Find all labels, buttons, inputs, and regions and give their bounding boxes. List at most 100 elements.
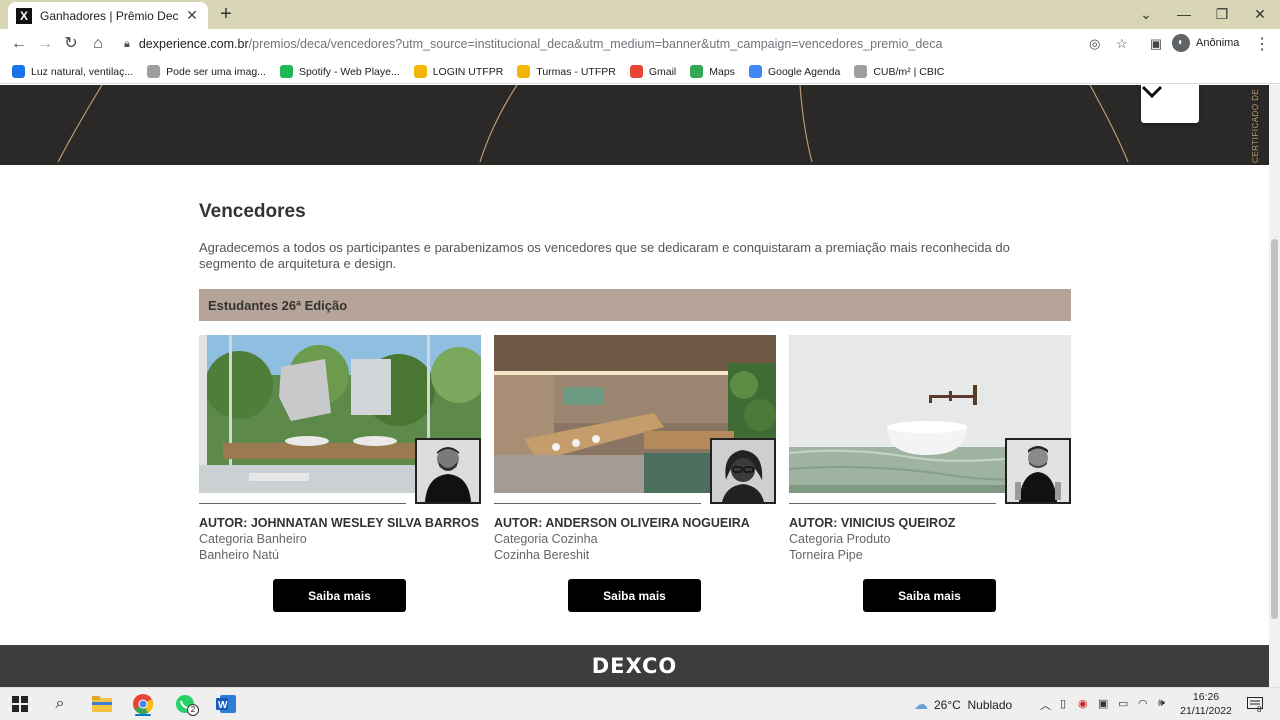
windows-start-icon[interactable]: [8, 692, 32, 716]
active-app-indicator: [135, 714, 151, 716]
hero-decorative-arcs: [57, 85, 1129, 163]
globe-icon: [147, 65, 161, 78]
dexperience-favicon-icon: X: [16, 7, 32, 24]
search-icon[interactable]: ⌕: [48, 692, 72, 716]
address-bar[interactable]: 🔒︎ dexperience.com.br/premios/deca/vence…: [114, 31, 1140, 57]
browser-menu-icon[interactable]: ⋮: [1254, 34, 1270, 54]
bookmark-item[interactable]: Turmas - UTFPR: [517, 65, 616, 78]
calendar-icon: [748, 65, 762, 78]
svg-text:W: W: [218, 700, 228, 711]
card-category: Categoria Banheiro: [199, 532, 307, 546]
edition-header[interactable]: Estudantes 26ª Edição: [199, 289, 1071, 321]
card-author: AUTOR: VINICIUS QUEIROZ: [789, 516, 956, 530]
bookmark-label: Maps: [709, 65, 735, 78]
bookmark-label: Google Agenda: [767, 65, 841, 78]
show-hidden-icons-chevron-icon[interactable]: ︿: [1040, 697, 1051, 713]
word-taskbar-icon[interactable]: W: [214, 692, 238, 716]
forward-arrow-icon[interactable]: →: [34, 33, 56, 55]
author-avatar-photo: [710, 438, 776, 504]
hero-banner: CERTIFICADO DE A: [0, 85, 1269, 165]
tracking-blocked-eye-icon[interactable]: ◎: [1089, 36, 1100, 52]
card-project-name: Cozinha Bereshit: [494, 548, 590, 562]
bookmark-item[interactable]: Gmail: [629, 65, 677, 78]
maps-pin-icon: [690, 65, 704, 78]
bookmark-label: LOGIN UTFPR: [432, 65, 504, 78]
antivirus-icon[interactable]: ◉: [1078, 697, 1088, 710]
page-viewport: CERTIFICADO DE A Vencedores Agradecemos …: [0, 85, 1269, 687]
close-window-button[interactable]: ✕: [1242, 0, 1278, 29]
clock-time: 16:26: [1192, 691, 1220, 703]
incognito-profile-button[interactable]: ◐ Anônima: [1172, 34, 1239, 52]
bookmark-item[interactable]: Luz natural, ventilaç...: [12, 65, 133, 78]
card-category: Categoria Produto: [789, 532, 891, 546]
home-icon: [12, 65, 25, 78]
tab-search-chevron-icon[interactable]: ⌄: [1128, 0, 1164, 29]
bookmark-star-icon[interactable]: ☆: [1116, 36, 1128, 52]
home-icon[interactable]: ⌂: [87, 33, 109, 55]
close-tab-icon[interactable]: ✕: [184, 7, 200, 24]
bookmark-item[interactable]: LOGIN UTFPR: [413, 65, 504, 78]
collapse-menu-button[interactable]: [1141, 85, 1199, 123]
page-title: Vencedores: [199, 201, 306, 222]
whatsapp-taskbar-icon[interactable]: 2: [173, 692, 199, 716]
volume-icon[interactable]: 🕪︎: [1158, 697, 1165, 710]
card-author: AUTOR: ANDERSON OLIVEIRA NOGUEIRA: [494, 516, 750, 530]
usb-device-icon[interactable]: ▯: [1060, 697, 1066, 710]
author-avatar-photo: [1005, 438, 1071, 504]
side-panel-icon[interactable]: ▣: [1145, 33, 1167, 55]
app-tray-icon[interactable]: ▣: [1098, 697, 1108, 710]
new-tab-button[interactable]: +: [216, 3, 236, 25]
card-author: AUTOR: JOHNNATAN WESLEY SILVA BARROS: [199, 516, 480, 530]
windows-taskbar: ⌕ 2 W ☁ 26°C Nublado ︿ ▯ ◉ ▣ ▭ ◠ 🕪︎ 16:2…: [0, 687, 1280, 720]
browser-tab-active[interactable]: X Ganhadores | Prêmio Deca | DEXPERIENCE…: [8, 2, 208, 29]
reload-icon[interactable]: ↻: [60, 33, 82, 55]
bookmark-label: Luz natural, ventilaç...: [31, 65, 134, 78]
saiba-mais-button-1[interactable]: Saiba mais: [273, 579, 406, 612]
file-explorer-icon[interactable]: [90, 692, 114, 716]
notifications-icon[interactable]: 8: [1243, 692, 1267, 716]
page-scrollbar[interactable]: [1269, 85, 1280, 687]
url-path: /premios/deca/vencedores?utm_source=inst…: [248, 37, 943, 51]
url-host: dexperience.com.br: [138, 37, 249, 51]
bookmark-item[interactable]: Google Agenda: [748, 65, 841, 78]
maximize-button[interactable]: ❐: [1204, 0, 1240, 29]
bookmark-label: Turmas - UTFPR: [536, 65, 616, 78]
bookmark-item[interactable]: Pode ser uma imag...: [147, 65, 266, 78]
cloud-icon: ☁: [914, 696, 928, 712]
bookmarks-bar: Luz natural, ventilaç... Pode ser uma ima…: [0, 60, 1280, 84]
dexco-logo[interactable]: DEXCO: [592, 654, 677, 678]
gmail-icon: [629, 65, 643, 78]
author-avatar-photo: [415, 438, 481, 504]
back-arrow-icon[interactable]: ←: [8, 33, 30, 55]
scrollbar-thumb[interactable]: [1271, 239, 1278, 619]
bookmark-item[interactable]: Spotify - Web Playe...: [279, 65, 400, 78]
edition-label: Estudantes 26ª Edição: [208, 297, 348, 313]
saiba-mais-button-2[interactable]: Saiba mais: [568, 579, 701, 612]
card-project-name: Banheiro Natú: [199, 548, 279, 562]
bookmark-label: Gmail: [648, 65, 677, 78]
bookmark-label: CUB/m² | CBIC: [873, 65, 945, 78]
minimize-button[interactable]: —: [1166, 0, 1202, 29]
clock-date: 21/11/2022: [1180, 705, 1232, 717]
card-divider: [494, 503, 701, 504]
battery-icon[interactable]: ▭: [1118, 697, 1128, 710]
bookmark-label: Pode ser uma imag...: [166, 65, 266, 78]
incognito-icon: ◐: [1172, 34, 1190, 52]
browser-toolbar: ← → ↻ ⌂ 🔒︎ dexperience.com.br/premios/de…: [0, 29, 1280, 60]
saiba-mais-button-3[interactable]: Saiba mais: [863, 579, 996, 612]
card-divider: [199, 503, 406, 504]
bookmark-item[interactable]: Maps: [690, 65, 735, 78]
wifi-icon[interactable]: ◠: [1138, 697, 1148, 710]
lock-icon[interactable]: 🔒︎: [124, 38, 130, 51]
chrome-taskbar-icon[interactable]: [131, 692, 155, 716]
tab-strip: X Ganhadores | Prêmio Deca | DEXPERIENCE…: [0, 0, 1280, 29]
whatsapp-badge: 2: [187, 704, 199, 716]
card-project-name: Torneira Pipe: [789, 548, 863, 562]
spotify-icon: [279, 65, 293, 78]
bookmark-item[interactable]: CUB/m² | CBIC: [854, 65, 944, 78]
card-category: Categoria Cozinha: [494, 532, 598, 546]
weather-widget[interactable]: ☁ 26°C Nublado: [914, 696, 1012, 713]
side-vertical-label: CERTIFICADO DE A: [1251, 87, 1260, 163]
weather-label: 26°C Nublado: [934, 697, 1013, 712]
system-clock[interactable]: 16:26 21/11/2022: [1178, 690, 1234, 718]
